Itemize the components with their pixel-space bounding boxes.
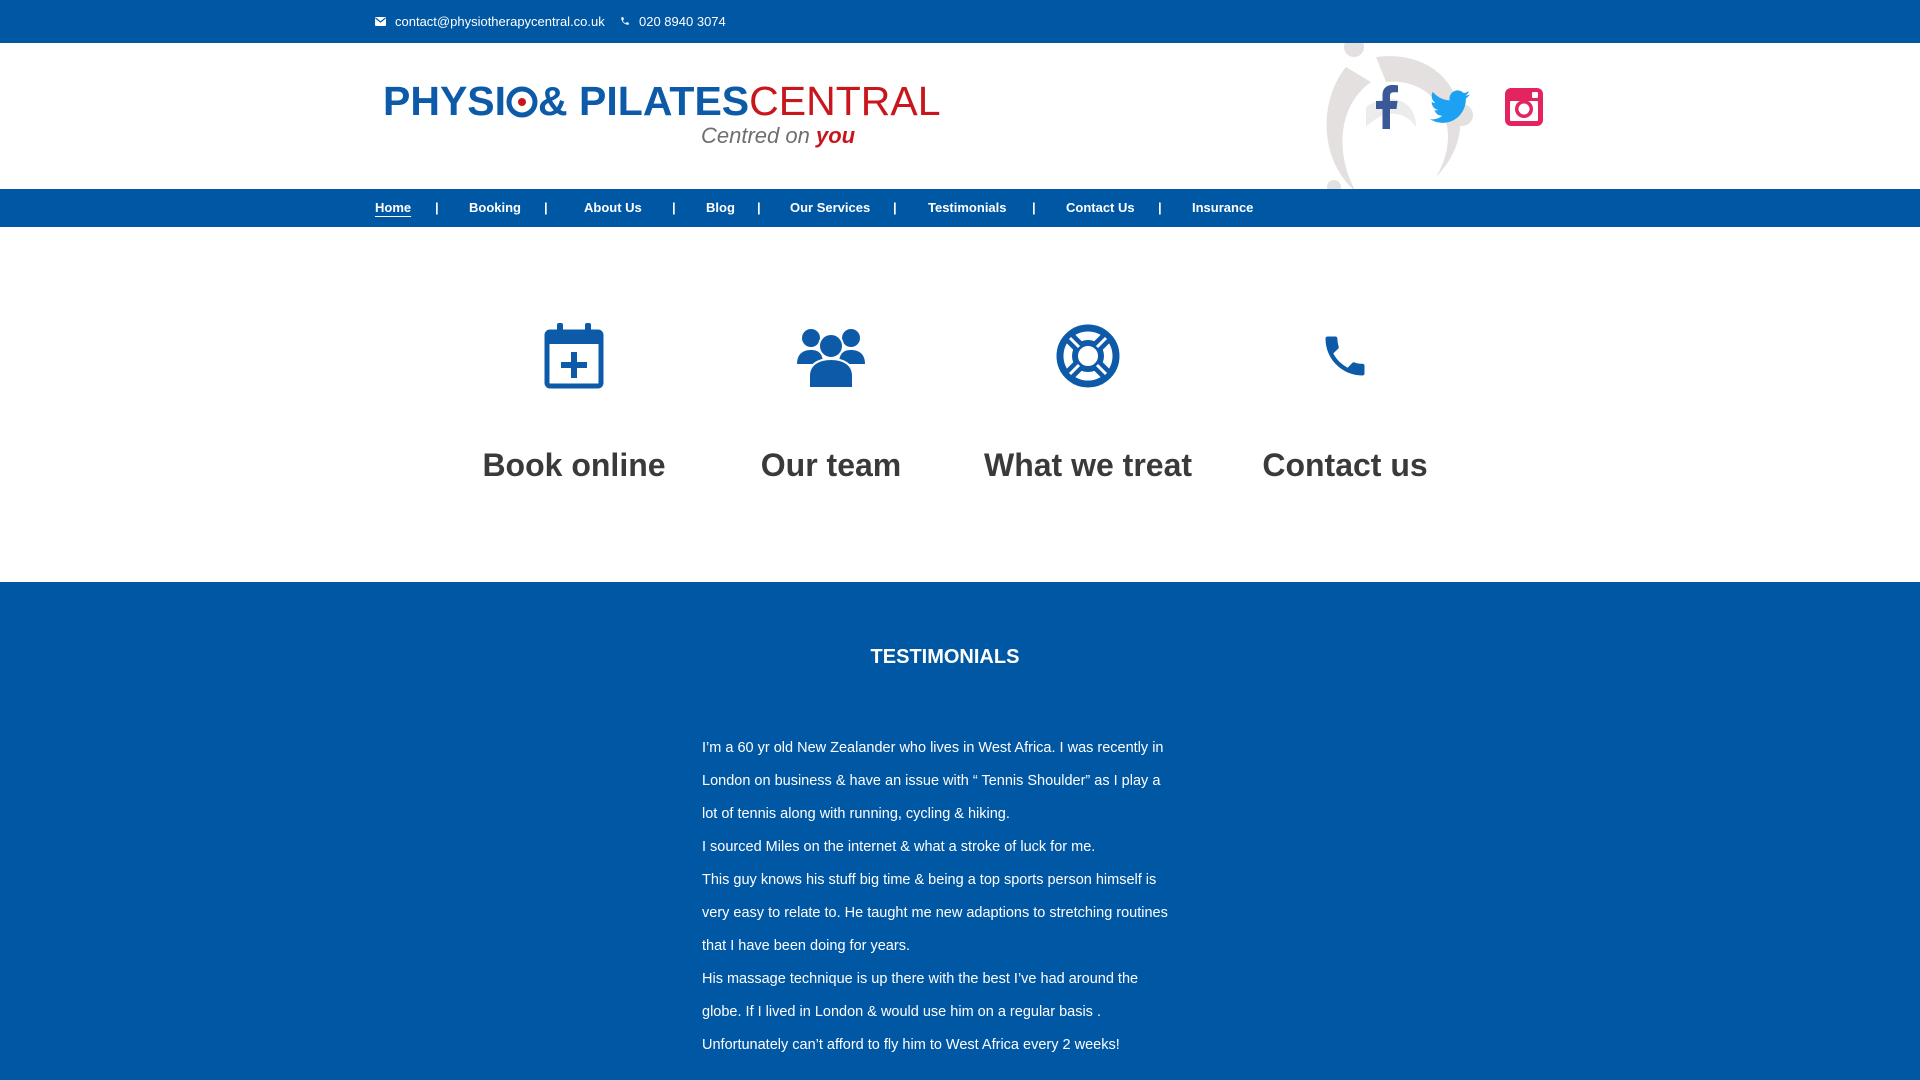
nav-separator: | bbox=[1032, 200, 1036, 215]
email-link[interactable]: contact@physiotherapycentral.co.uk bbox=[375, 0, 605, 43]
logo-tagline-text: Centred on bbox=[701, 123, 816, 148]
twitter-icon bbox=[1430, 90, 1470, 123]
testimonial-line: globe. If I lived in London & would use … bbox=[702, 1004, 1101, 1020]
feature-label: Our team bbox=[760, 447, 902, 483]
phone-text: 020 8940 3074 bbox=[639, 14, 726, 29]
nav-item-about-us[interactable]: About Us bbox=[584, 189, 642, 227]
nav-item-home[interactable]: Home bbox=[375, 189, 411, 227]
facebook-link[interactable] bbox=[1362, 83, 1410, 131]
feature-what-we-treat[interactable]: What we treat bbox=[968, 320, 1208, 500]
testimonial-line: Unfortunately can’t afford to fly him to… bbox=[702, 1037, 1120, 1053]
nav-item-insurance[interactable]: Insurance bbox=[1192, 189, 1253, 227]
site-header: PHYSI & PILATESCENTRAL Centred on you bbox=[0, 43, 1920, 189]
facebook-icon bbox=[1376, 85, 1398, 129]
nav-separator: | bbox=[435, 200, 439, 215]
nav-separator: | bbox=[757, 200, 761, 215]
logo-text-physio: PHYSI bbox=[383, 78, 507, 124]
phone-link[interactable]: 020 8940 3074 bbox=[620, 0, 726, 43]
calendar-plus-icon bbox=[454, 320, 694, 392]
feature-label: Contact us bbox=[1262, 447, 1428, 483]
nav-separator: | bbox=[544, 200, 548, 215]
logo-text-central: CENTRAL bbox=[749, 78, 941, 124]
site-logo[interactable]: PHYSI & PILATESCENTRAL Centred on you bbox=[383, 78, 941, 149]
phone-icon bbox=[620, 14, 630, 29]
testimonial-line: I sourced Miles on the internet & what a… bbox=[702, 839, 1096, 855]
nav-separator: | bbox=[893, 200, 897, 215]
nav-separator: | bbox=[672, 200, 676, 215]
email-text: contact@physiotherapycentral.co.uk bbox=[395, 14, 605, 29]
logo-text-pilates: & PILATES bbox=[538, 78, 750, 124]
testimonial-text: I’m a 60 yr old New Zealander who lives … bbox=[702, 732, 1187, 1062]
nav-item-testimonials[interactable]: Testimonials bbox=[928, 189, 1007, 227]
nav-separator: | bbox=[1158, 200, 1162, 215]
testimonial-line: His massage technique is up there with t… bbox=[702, 971, 1139, 987]
feature-book-online[interactable]: Book online bbox=[454, 320, 694, 500]
testimonial-line: lot of tennis along with running, cyclin… bbox=[702, 806, 1010, 822]
feature-label: Book online bbox=[482, 447, 666, 483]
nav-item-booking[interactable]: Booking bbox=[469, 189, 521, 227]
nav-item-our-services[interactable]: Our Services bbox=[790, 189, 870, 227]
testimonial-line: that I have been doing for years. bbox=[702, 938, 910, 954]
nav-item-blog[interactable]: Blog bbox=[706, 189, 735, 227]
testimonial-line: very easy to relate to. He taught me new… bbox=[702, 905, 1168, 921]
testimonial-line: This guy knows his stuff big time & bein… bbox=[702, 872, 1157, 888]
nav-item-contact-us[interactable]: Contact Us bbox=[1066, 189, 1135, 227]
twitter-link[interactable] bbox=[1426, 83, 1474, 131]
main-nav: Home | Booking | About Us | Blog | Our S… bbox=[0, 189, 1920, 227]
logo-tagline: Centred on you bbox=[701, 123, 855, 149]
feature-label: What we treat bbox=[983, 447, 1193, 483]
logo-target-icon bbox=[506, 82, 538, 118]
feature-our-team[interactable]: Our team bbox=[711, 320, 951, 500]
testimonial-line: London on business & have an issue with … bbox=[702, 773, 1161, 789]
testimonials-section: TESTIMONIALS I’m a 60 yr old New Zealand… bbox=[0, 582, 1920, 1080]
instagram-link[interactable] bbox=[1500, 83, 1548, 131]
testimonials-heading: TESTIMONIALS bbox=[870, 646, 1020, 668]
logo-tagline-emphasis: you bbox=[815, 123, 856, 148]
lifebuoy-icon bbox=[968, 320, 1208, 392]
feature-contact-us[interactable]: Contact us bbox=[1225, 320, 1465, 500]
envelope-icon bbox=[375, 14, 386, 29]
phone-icon bbox=[1225, 320, 1465, 392]
top-contact-bar: contact@physiotherapycentral.co.uk 020 8… bbox=[0, 0, 1920, 43]
users-icon bbox=[711, 320, 951, 392]
testimonial-line: I’m a 60 yr old New Zealander who lives … bbox=[702, 740, 1164, 756]
instagram-icon bbox=[1505, 88, 1543, 126]
